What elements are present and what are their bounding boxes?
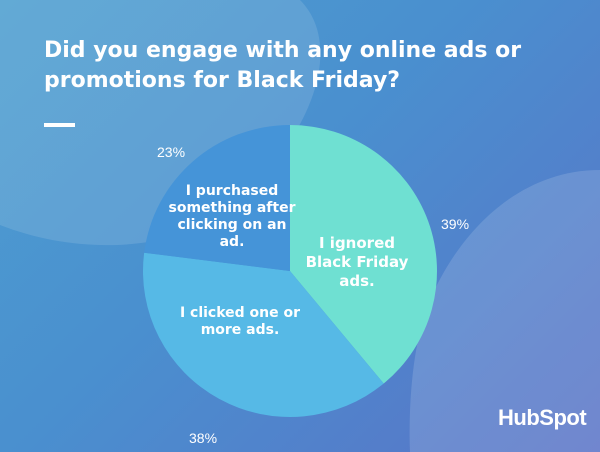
- pct-label-ignored: 39%: [441, 216, 470, 232]
- pct-label-purchased: 23%: [157, 144, 186, 160]
- slice-label-clicked: I clicked one or more ads.: [179, 305, 301, 338]
- hubspot-logo: HubSpot: [498, 405, 587, 430]
- chart-canvas: Did you engage with any online ads or pr…: [0, 0, 600, 452]
- slice-label-ignored: I ignored Black Friday ads.: [305, 234, 409, 290]
- pct-label-clicked: 38%: [189, 430, 218, 446]
- pie-chart: [143, 125, 437, 417]
- slice-label-purchased: I purchased something after clicking on …: [168, 183, 296, 250]
